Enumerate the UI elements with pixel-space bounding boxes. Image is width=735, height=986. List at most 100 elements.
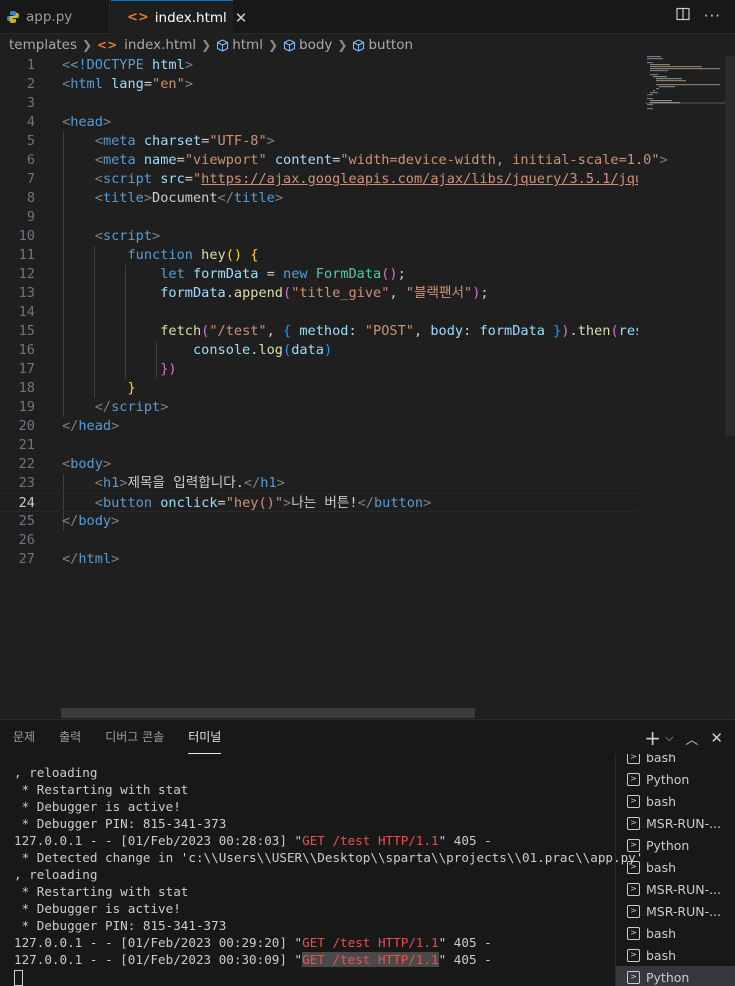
vertical-scrollbar[interactable] — [725, 56, 735, 436]
terminal-line: * Detected change in 'c:\\Users\\USER\\D… — [14, 850, 644, 865]
terminal-icon: > — [627, 926, 640, 940]
code-line: 12 let formData = new FormData(); — [18, 266, 406, 282]
terminal-icon: > — [627, 772, 640, 786]
chevron-right-icon: ❯ — [201, 38, 212, 52]
terminal-output[interactable]: , reloading * Restarting with stat * Deb… — [14, 764, 644, 986]
script-src-link[interactable]: https://ajax.googleapis.com/ajax/libs/jq… — [201, 171, 638, 187]
code-line: 22 <body> — [18, 456, 112, 472]
chevron-right-icon: ❯ — [267, 38, 279, 52]
code-line: 10 <script> — [18, 228, 161, 244]
breadcrumb-item[interactable]: body — [299, 37, 332, 53]
terminal-icon: > — [627, 948, 640, 962]
panel-actions: + ⌵ ︿ ✕ — [644, 726, 723, 750]
element-cube-icon — [216, 38, 229, 52]
code-line: 7 <script src="https://ajax.googleapis.c… — [0, 170, 638, 189]
terminal-instance[interactable]: > MSR-RUN-... — [616, 878, 735, 900]
code-line: 8 <title>Document</title> — [26, 190, 284, 206]
element-cube-icon — [352, 38, 365, 52]
terminal-line: 127.0.0.1 - - [01/Feb/2023 00:29:20] "GE… — [14, 935, 492, 950]
code-line: 15 fetch("/test", { method: "POST", body… — [18, 323, 638, 339]
code-line: 20 </head> — [18, 418, 120, 434]
code-line: 23 <h1>제목을 입력합니다.</h1> — [18, 475, 285, 491]
code-line: 2 <html lang="en"> — [26, 76, 193, 92]
terminal-instance[interactable]: > Python — [616, 768, 735, 790]
maximize-panel-icon[interactable]: ︿ — [685, 729, 698, 748]
terminal-line: * Debugger is active! — [14, 901, 181, 916]
breadcrumb: templates ❯ <> index.html ❯ html ❯ body … — [0, 34, 735, 56]
tab-index-html[interactable]: <> index.html ✕ — [111, 0, 247, 34]
terminal-instance[interactable]: > MSR-RUN-... — [616, 812, 735, 834]
terminal-instance-selected[interactable]: > Python — [616, 966, 735, 986]
tab-label: app.py — [26, 8, 73, 25]
horizontal-scrollbar[interactable] — [61, 708, 475, 718]
code-line: 3 — [26, 95, 35, 111]
split-editor-icon[interactable] — [676, 7, 690, 25]
terminal-cursor — [14, 969, 23, 986]
terminal-line: * Debugger is active! — [14, 799, 181, 814]
code-line: 6 <meta name="viewport" content="width=d… — [26, 152, 668, 168]
tab-problems[interactable]: 문제 — [13, 720, 35, 754]
terminal-instance[interactable]: > bash — [616, 856, 735, 878]
code-editor[interactable]: 1 <<!DOCTYPE html> 2 <html lang="en"> 3 4 <… — [0, 56, 735, 718]
terminal-line: * Debugger PIN: 815-341-373 — [14, 918, 227, 933]
tab-output[interactable]: 출력 — [59, 720, 81, 754]
terminal-icon: > — [627, 904, 640, 918]
chevron-down-icon[interactable]: ⌵ — [665, 731, 673, 745]
code-line: 19 </script> — [18, 399, 169, 415]
code-line: 1 <<!DOCTYPE html> — [26, 57, 193, 73]
terminal-icon: > — [627, 970, 640, 984]
more-actions-icon[interactable]: ··· — [704, 7, 721, 25]
terminal-instance[interactable]: > bash — [616, 790, 735, 812]
terminal-line: 127.0.0.1 - - [01/Feb/2023 00:30:09] "GE… — [14, 952, 492, 967]
minimap[interactable] — [645, 56, 725, 116]
current-code-line: 24 <button onclick="hey()">나는 버튼!</butto… — [0, 493, 638, 512]
terminal-instance[interactable]: > MSR-RUN-... — [616, 900, 735, 922]
code-line: 16 console.log(data) — [18, 342, 333, 358]
code-line: 9 — [26, 209, 35, 225]
terminal-icon: > — [627, 816, 640, 830]
terminal-line: * Restarting with stat — [14, 884, 189, 899]
terminal-icon: > — [627, 882, 640, 896]
code-line: 13 formData.append("title_give", "블랙팬서")… — [18, 285, 489, 301]
element-cube-icon — [283, 38, 296, 52]
new-terminal-icon[interactable]: + — [644, 726, 661, 750]
breadcrumb-item[interactable]: index.html — [124, 37, 196, 53]
close-icon[interactable]: ✕ — [235, 9, 248, 27]
terminal-cursor-line — [14, 968, 614, 986]
code-line: 18 } — [18, 380, 136, 396]
terminal-line: * Debugger PIN: 815-341-373 — [14, 816, 227, 831]
editor-tab-bar: app.py <> index.html ✕ ··· — [0, 0, 735, 34]
editor-actions: ··· — [676, 7, 721, 25]
tab-app-py[interactable]: app.py — [0, 0, 110, 33]
terminal-line: , reloading — [14, 867, 98, 882]
tab-terminal[interactable]: 터미널 — [188, 720, 222, 754]
code-line: 25 </body> — [18, 513, 120, 529]
terminal-instance[interactable]: > bash — [616, 922, 735, 944]
terminal-instance[interactable]: > Python — [616, 834, 735, 856]
tab-label: index.html — [154, 9, 227, 26]
terminal-icon: > — [627, 860, 640, 874]
terminal-line: 127.0.0.1 - - [01/Feb/2023 00:28:03] "GE… — [14, 833, 492, 848]
code-line: 26 — [18, 532, 35, 548]
chevron-right-icon: ❯ — [81, 38, 93, 52]
code-line: 21 — [18, 437, 35, 453]
html-icon: <> — [127, 10, 149, 25]
breadcrumb-item[interactable]: html — [232, 37, 263, 53]
terminal-instance[interactable]: > bash — [616, 944, 735, 966]
chevron-right-icon: ❯ — [337, 38, 348, 52]
terminal-icon: > — [627, 754, 640, 764]
terminal-line: , reloading — [14, 765, 98, 780]
code-line: 5 <meta charset="UTF-8"> — [26, 133, 275, 149]
breadcrumb-item[interactable]: button — [368, 37, 413, 53]
terminal-icon: > — [627, 794, 640, 808]
code-line: 4 <head> — [26, 114, 112, 130]
python-icon — [6, 10, 20, 24]
code-line: 27 </html> — [18, 551, 120, 567]
bottom-panel: 문제 출력 디버그 콘솔 터미널 + ⌵ ︿ ✕ , reloading * R… — [0, 719, 735, 986]
breadcrumb-item[interactable]: templates — [9, 37, 77, 53]
terminal-instance[interactable]: > bash — [616, 754, 735, 768]
terminal-icon: > — [627, 838, 640, 852]
close-panel-icon[interactable]: ✕ — [710, 729, 723, 747]
code-line: 14 — [18, 304, 35, 320]
tab-debug-console[interactable]: 디버그 콘솔 — [105, 720, 164, 754]
